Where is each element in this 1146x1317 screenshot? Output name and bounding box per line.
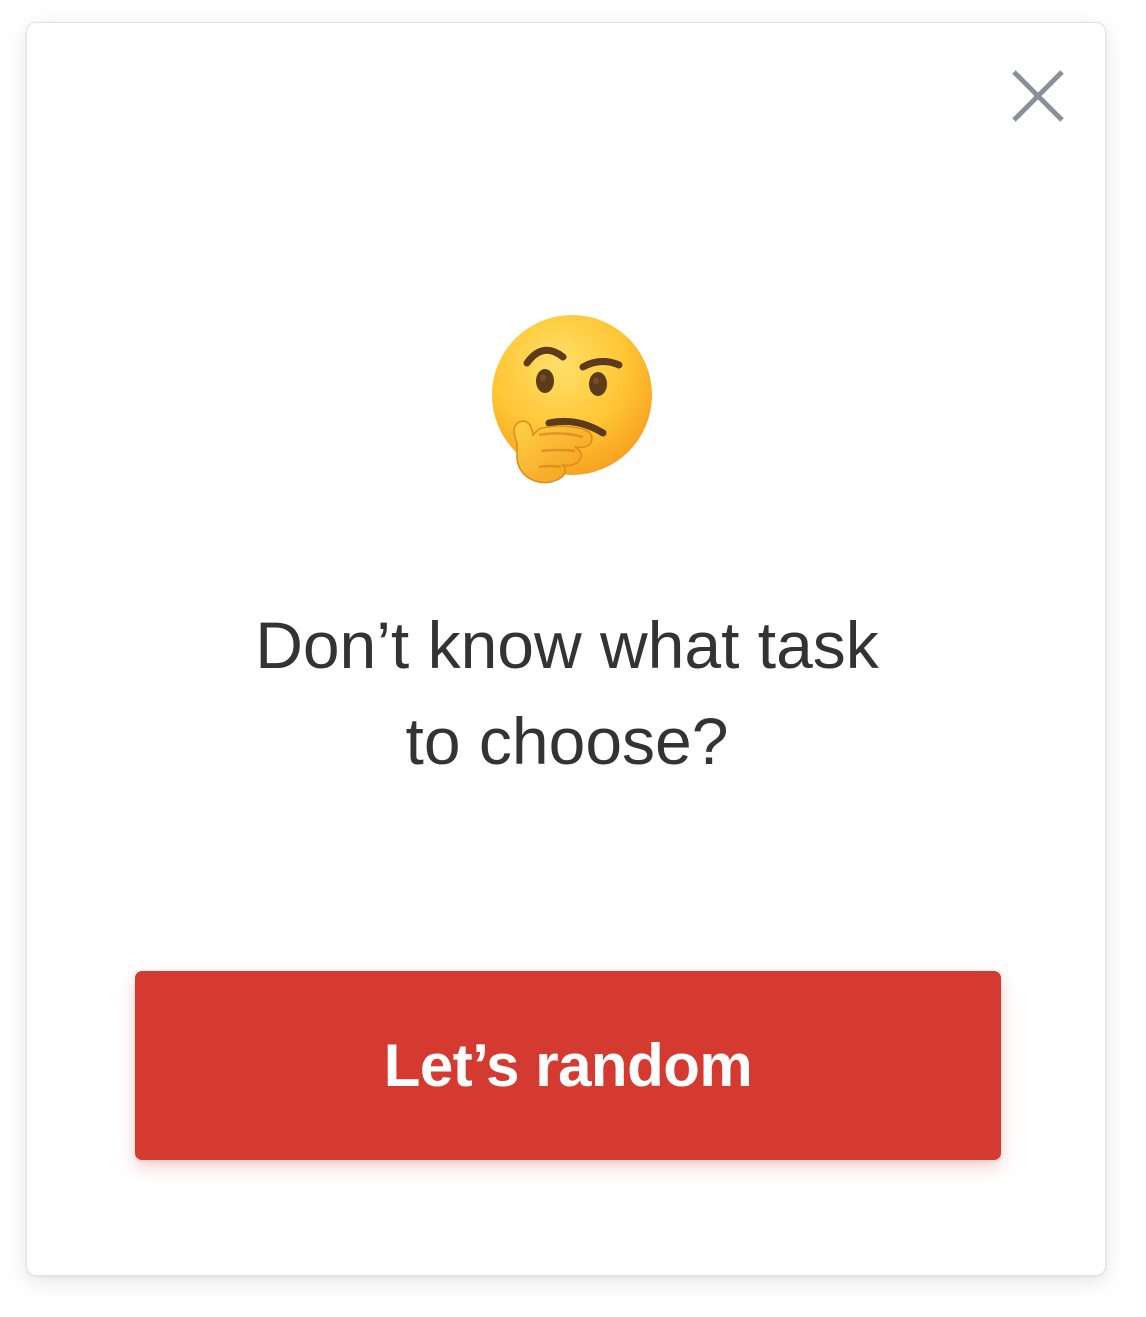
prompt-message-line-2: to choose? (405, 704, 729, 778)
prompt-message-line-1: Don’t know what task (255, 608, 879, 682)
random-task-button[interactable]: Let’s random (135, 971, 1001, 1160)
thinking-face-icon (479, 311, 655, 487)
close-icon (1012, 70, 1064, 122)
prompt-message: Don’t know what task to choose? (167, 597, 967, 789)
task-picker-dialog: Don’t know what task to choose? Let’s ra… (26, 22, 1106, 1276)
close-button[interactable] (1007, 65, 1069, 127)
